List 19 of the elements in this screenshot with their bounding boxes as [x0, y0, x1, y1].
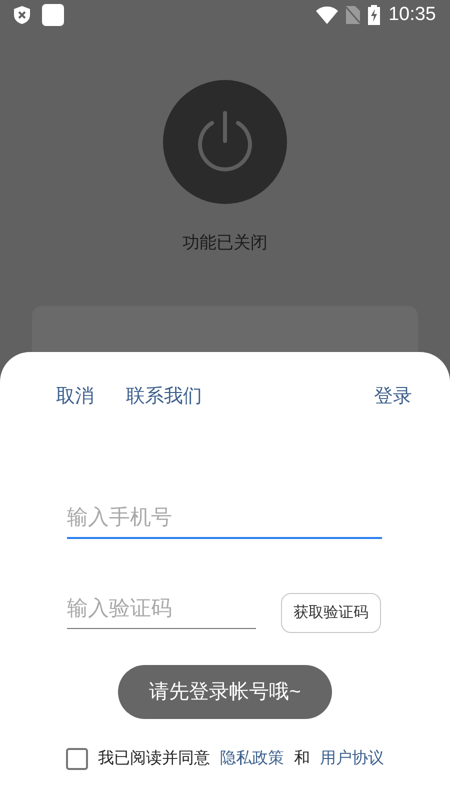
code-input[interactable]: 输入验证码	[67, 589, 256, 629]
status-text: 功能已关闭	[182, 232, 268, 254]
battery-charging-icon	[368, 5, 380, 25]
phone-input[interactable]: 输入手机号	[67, 499, 382, 539]
shield-icon	[14, 6, 30, 24]
toast-message: 请先登录帐号哦~	[118, 665, 332, 719]
contact-us-button[interactable]: 联系我们	[126, 382, 202, 412]
get-code-button[interactable]: 获取验证码	[281, 593, 381, 633]
privacy-policy-link[interactable]: 隐私政策	[220, 747, 284, 771]
login-button[interactable]: 登录	[374, 382, 412, 412]
terms-link[interactable]: 用户协议	[320, 747, 384, 771]
cancel-button[interactable]: 取消	[56, 382, 94, 412]
notification-icon	[42, 4, 64, 26]
status-time: 10:35	[388, 2, 436, 27]
agreement-checkbox[interactable]	[66, 748, 88, 770]
wifi-icon	[316, 6, 338, 24]
and-text: 和	[294, 748, 310, 769]
agreement-text: 我已阅读并同意	[98, 748, 210, 769]
no-sim-icon	[346, 6, 360, 24]
